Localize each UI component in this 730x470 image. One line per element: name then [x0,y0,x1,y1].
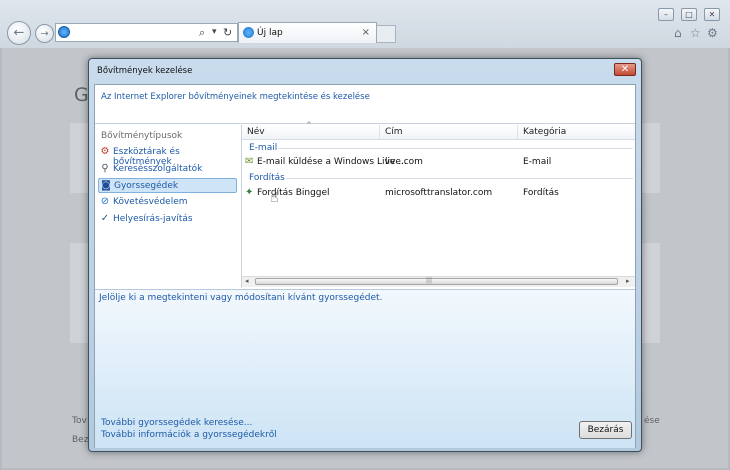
addon-list: Név ^ Cím Kategória E-mail ✉ E-mail küld… [242,121,635,288]
refresh-icon[interactable]: ↻ [223,26,232,39]
column-header-label: Név [247,127,265,137]
chevron-down-icon[interactable]: ▾ [212,27,217,37]
forward-button[interactable]: → [35,24,54,43]
column-header-label: Kategória [523,127,567,137]
gear-icon: ⚙ [100,146,110,157]
addon-types-heading: Bővítménytípusok [101,131,183,141]
close-button[interactable]: Bezárás [579,421,632,439]
row-category: Fordítás [523,188,559,198]
column-header-name[interactable]: Név ^ [242,121,380,139]
header-divider [242,139,635,140]
addon-type-label: Helyesírás-javítás [113,214,193,224]
addon-type-spelling[interactable]: ✓ Helyesírás-javítás [98,212,237,227]
home-icon[interactable]: ⌂ [674,26,682,40]
tracking-protection-icon: ⊘ [100,196,110,207]
sort-arrow-icon: ^ [306,121,312,129]
search-icon[interactable]: ⌕ [199,26,205,40]
details-pane: Jelölje ki a megtekinteni vagy módosítan… [95,289,635,448]
ie-page-icon [58,26,70,38]
row-address: microsofttranslator.com [385,188,493,198]
page-text: Bez [72,435,89,445]
addon-type-label: Követésvédelem [113,197,188,207]
page-text: ése [644,416,660,426]
find-more-accelerators-link[interactable]: További gyorssegédek keresése... [101,418,252,428]
forward-icon: → [40,28,49,39]
scroll-left-icon[interactable]: ◂ [245,277,249,285]
back-button[interactable]: ← [7,21,31,45]
column-header-label: Cím [385,127,403,137]
dialog-header-text: Az Internet Explorer bővítményeinek megt… [101,92,370,102]
details-hint: Jelölje ki a megtekinteni vagy módosítan… [99,293,383,303]
email-accelerator-icon: ✉ [245,156,254,167]
accelerator-icon: ◙ [101,180,111,191]
tab-new[interactable]: Új lap × [238,22,377,43]
scroll-right-icon[interactable]: ▸ [626,277,630,285]
dialog-title: Bővítmények kezelése [97,66,193,76]
maximize-button[interactable]: □ [681,8,697,21]
ie-tab-icon [243,27,254,38]
bing-translator-icon: ✦ [245,187,254,198]
page-link: Tov [72,416,87,426]
column-header-category[interactable]: Kategória [518,125,635,139]
tab-close-icon[interactable]: × [362,27,370,38]
row-category: E-mail [523,157,552,167]
window-close-button[interactable]: ✕ [704,8,720,21]
scroll-thumb[interactable]: ||| [255,277,618,285]
dialog-header: Az Internet Explorer bővítményeinek megt… [95,85,635,124]
addon-type-search-providers[interactable]: ⚲ Keresésszolgáltatók [98,162,237,177]
group-header-email: E-mail [249,143,278,153]
spelling-icon: ✓ [100,213,110,224]
group-divider [278,148,633,149]
addon-type-tracking-protection[interactable]: ⊘ Követésvédelem [98,195,237,210]
group-divider [286,178,633,179]
horizontal-scrollbar[interactable]: ◂ ||| ▸ [242,276,635,287]
back-icon: ← [13,25,25,41]
scroll-grip-icon: ||| [426,277,433,284]
row-address: live.com [385,157,423,167]
group-header-translation: Fordítás [249,173,285,183]
search-icon: ⚲ [101,163,109,174]
manage-addons-dialog: Bővítmények kezelése ✕ Az Internet Explo… [88,58,642,452]
favorites-icon[interactable]: ☆ [690,26,701,40]
column-header-address[interactable]: Cím [380,125,518,139]
minimize-button[interactable]: – [658,8,674,21]
tab-label: Új lap [257,28,283,38]
dialog-close-button[interactable]: ✕ [614,63,636,76]
new-tab-button[interactable] [377,25,396,43]
row-name: Fordítás Binggel [257,188,330,198]
addon-type-label: Keresésszolgáltatók [113,164,203,174]
addon-type-accelerators[interactable]: ◙ Gyorssegédek [98,178,237,193]
hand-cursor-icon: ☝ [270,190,279,206]
address-bar[interactable]: ⌕ ▾ ↻ [55,23,238,42]
dialog-body: Az Internet Explorer bővítményeinek megt… [94,84,636,448]
addon-type-toolbars[interactable]: ⚙ Eszköztárak és bővítmények [98,145,237,168]
tools-gear-icon[interactable]: ⚙ [707,26,718,40]
addon-types-panel: Bővítménytípusok ⚙ Eszköztárak és bővítm… [95,125,241,288]
addon-type-label: Gyorssegédek [114,181,179,191]
learn-more-accelerators-link[interactable]: További információk a gyorssegédekről [101,430,277,440]
